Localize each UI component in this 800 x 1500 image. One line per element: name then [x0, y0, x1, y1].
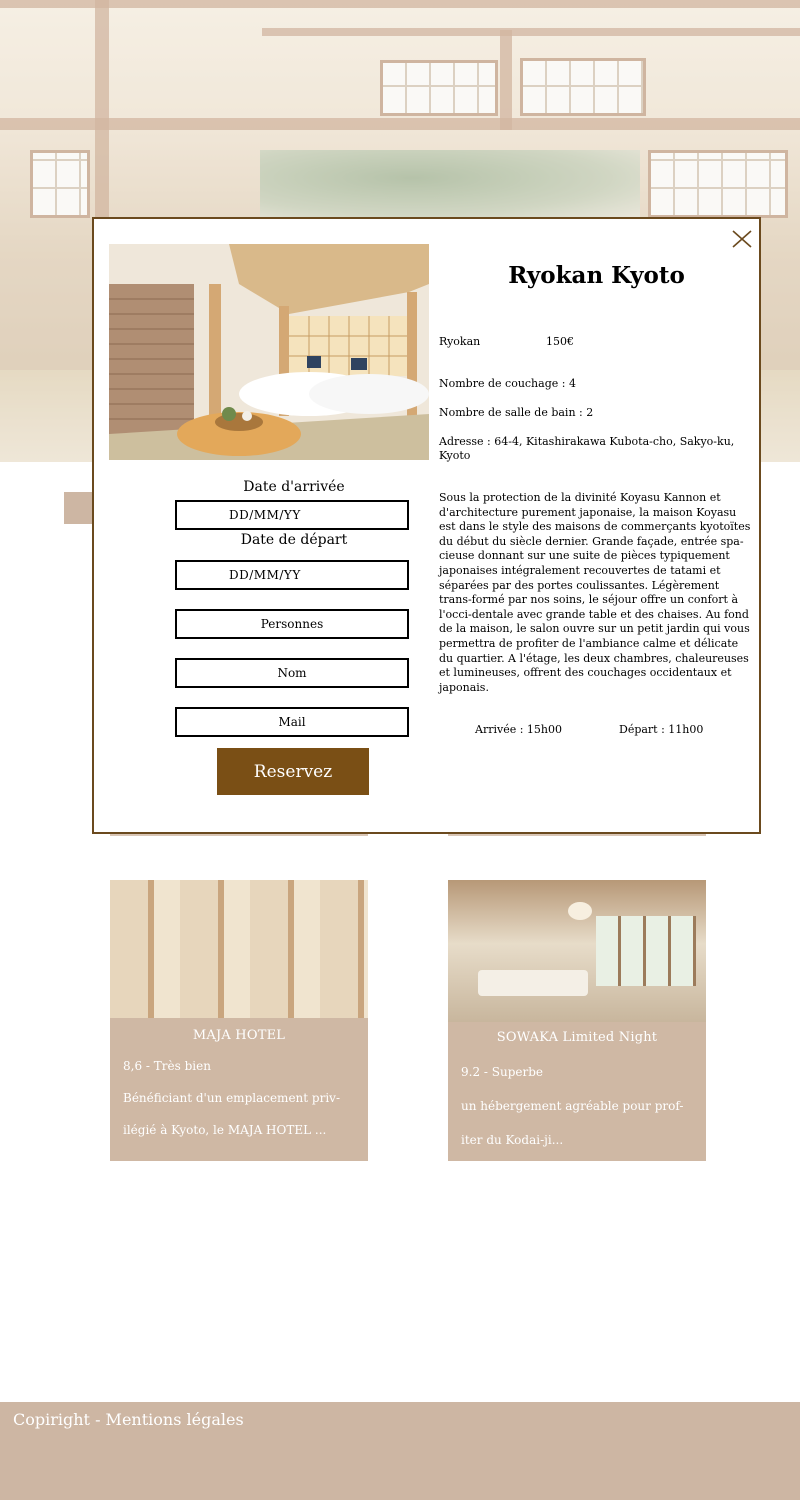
arrival-date-input[interactable]	[175, 500, 409, 530]
hotel-card-excerpt: ilégié à Kyoto, le MAJA HOTEL ...	[123, 1123, 327, 1137]
accommodation-type: Ryokan	[439, 335, 481, 348]
reserve-button[interactable]: Reservez	[217, 748, 369, 795]
hotel-description: Sous la protection de la divinité Koyasu…	[439, 491, 751, 694]
departure-date-input[interactable]	[175, 560, 409, 590]
hotel-card-rating: 8,6 - Très bien	[123, 1059, 211, 1073]
name-input[interactable]	[175, 658, 409, 688]
mail-input[interactable]	[175, 707, 409, 737]
hotel-card-excerpt: Bénéficiant d'un emplacement priv-	[123, 1091, 340, 1105]
close-x-icon[interactable]	[731, 228, 753, 250]
address: Adresse : 64-4, Kitashirakawa Kubota-cho…	[439, 435, 735, 462]
hotel-card-title: MAJA HOTEL	[192, 1028, 286, 1043]
booking-modal: Date d'arrivée Date de départ Reservez R…	[92, 217, 761, 834]
room-photo	[109, 244, 429, 460]
hotel-card-rating: 9.2 - Superbe	[461, 1065, 544, 1079]
hotel-card-sowaka[interactable]: SOWAKA Limited Night 9.2 - Superbe un hé…	[448, 880, 706, 1161]
hotel-title: Ryokan Kyoto	[508, 262, 685, 289]
checkout-time: Départ : 11h00	[619, 723, 704, 736]
arrival-date-label: Date d'arrivée	[243, 479, 345, 495]
hotel-card-photo	[110, 880, 368, 1018]
hotel-card-maja[interactable]: MAJA HOTEL 8,6 - Très bien Bénéficiant d…	[110, 880, 368, 1161]
footer: Copiright - Mentions légales	[0, 1402, 800, 1500]
checkin-time: Arrivée : 15h00	[475, 723, 562, 736]
bathroom-count: Nombre de salle de bain : 2	[439, 406, 594, 419]
footer-legal-link[interactable]: Copiright - Mentions légales	[13, 1410, 244, 1429]
price: 150€	[546, 335, 574, 348]
departure-date-label: Date de départ	[240, 532, 348, 548]
bed-count: Nombre de couchage : 4	[439, 377, 576, 390]
hotel-card-title: SOWAKA Limited Night	[496, 1030, 658, 1045]
persons-input[interactable]	[175, 609, 409, 639]
hotel-card-excerpt: un hébergement agréable pour prof-	[461, 1099, 684, 1113]
hotel-card-photo	[448, 880, 706, 1022]
hotel-card-excerpt: iter du Kodai-ji...	[461, 1133, 564, 1147]
